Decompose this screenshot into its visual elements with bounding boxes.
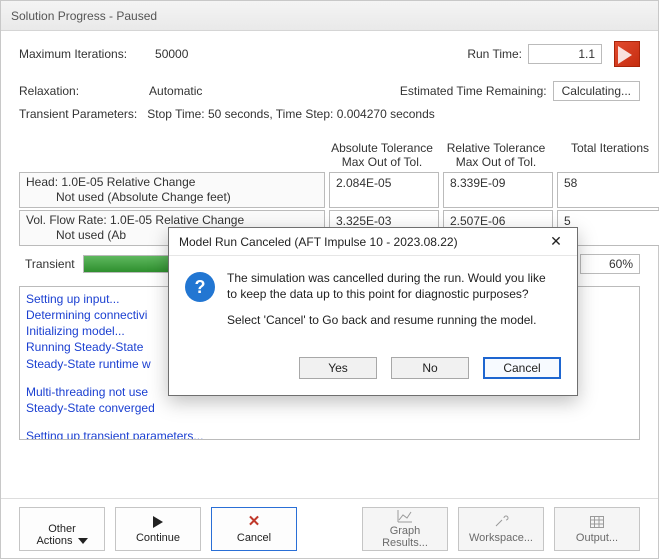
transient-label: Transient [19,257,79,271]
dialog-yes-button[interactable]: Yes [299,357,377,379]
log-blank [26,416,633,428]
log-line: Steady-State converged [26,400,633,416]
window-titlebar: Solution Progress - Paused [1,1,658,31]
cancel-button[interactable]: ✕ Cancel [211,507,297,551]
chart-icon [397,509,413,523]
col-rel-tol: Relative Tolerance Max Out of Tol. [439,141,553,170]
output-label: Output... [576,532,618,544]
tolerance-row-label: Head: 1.0E-05 Relative Change Not used (… [19,172,325,208]
dialog-body: ? The simulation was cancelled during th… [169,256,577,349]
stop-icon[interactable] [614,41,640,67]
dialog-no-button[interactable]: No [391,357,469,379]
dialog-text: The simulation was cancelled during the … [227,270,557,339]
transient-percent: 60% [580,254,640,274]
question-icon: ? [185,272,215,302]
max-iterations-value: 50000 [155,47,188,61]
relaxation-value: Automatic [149,84,202,98]
dialog-line1: The simulation was cancelled during the … [227,270,557,302]
model-run-canceled-dialog: Model Run Canceled (AFT Impulse 10 - 202… [168,227,578,396]
graph-results-label: Graph Results... [369,525,441,549]
graph-results-button[interactable]: Graph Results... [362,507,448,551]
other-actions-label: Other Actions [36,523,75,547]
etr-value: Calculating... [553,81,640,101]
col-abs-tol: Absolute Tolerance Max Out of Tol. [325,141,439,170]
tol-row-main: Vol. Flow Rate: 1.0E-05 Relative Change [26,213,318,228]
dialog-actions: Yes No Cancel [169,349,577,395]
cancel-label: Cancel [237,532,271,544]
dialog-cancel-button[interactable]: Cancel [483,357,561,379]
wrench-icon [493,514,509,530]
solution-progress-window: Solution Progress - Paused Maximum Itera… [0,0,659,559]
output-button[interactable]: Output... [554,507,640,551]
log-line: Setting up transient parameters... [26,428,633,440]
total-iter-value: 58 [557,172,659,208]
max-iterations-label: Maximum Iterations: [19,47,127,61]
grid-icon [590,514,604,530]
other-actions-button[interactable]: Other Actions [19,507,105,551]
relaxation-label: Relaxation: [19,84,79,98]
workspace-label: Workspace... [469,532,533,544]
dialog-line2: Select 'Cancel' to Go back and resume ru… [227,312,557,328]
tolerance-row-head: Head: 1.0E-05 Relative Change Not used (… [19,172,640,208]
col-total-iter: Total Iterations [553,141,659,170]
workspace-button[interactable]: Workspace... [458,507,544,551]
play-icon [153,514,163,530]
continue-label: Continue [136,532,180,544]
run-time-label: Run Time: [467,47,522,61]
transient-params-label: Transient Parameters: [19,107,137,121]
tol-row-main: Head: 1.0E-05 Relative Change [26,175,318,190]
x-icon: ✕ [248,514,261,530]
etr-label: Estimated Time Remaining: [400,84,547,98]
continue-button[interactable]: Continue [115,507,201,551]
window-title: Solution Progress - Paused [11,9,157,23]
tol-row-sub: Not used (Absolute Change feet) [26,190,318,205]
abs-tol-value: 2.084E-05 [329,172,439,208]
transient-params-value: Stop Time: 50 seconds, Time Step: 0.0042… [147,107,435,121]
rel-tol-value: 8.339E-09 [443,172,553,208]
chevron-down-icon [78,538,88,544]
tolerance-columns-header: Absolute Tolerance Max Out of Tol. Relat… [19,141,640,170]
footer-toolbar: Other Actions Continue ✕ Cancel Graph Re… [1,498,658,558]
close-icon[interactable]: ✕ [541,231,571,253]
run-time-value: 1.1 [528,44,602,64]
dialog-titlebar: Model Run Canceled (AFT Impulse 10 - 202… [169,228,577,256]
dialog-title: Model Run Canceled (AFT Impulse 10 - 202… [179,235,458,249]
